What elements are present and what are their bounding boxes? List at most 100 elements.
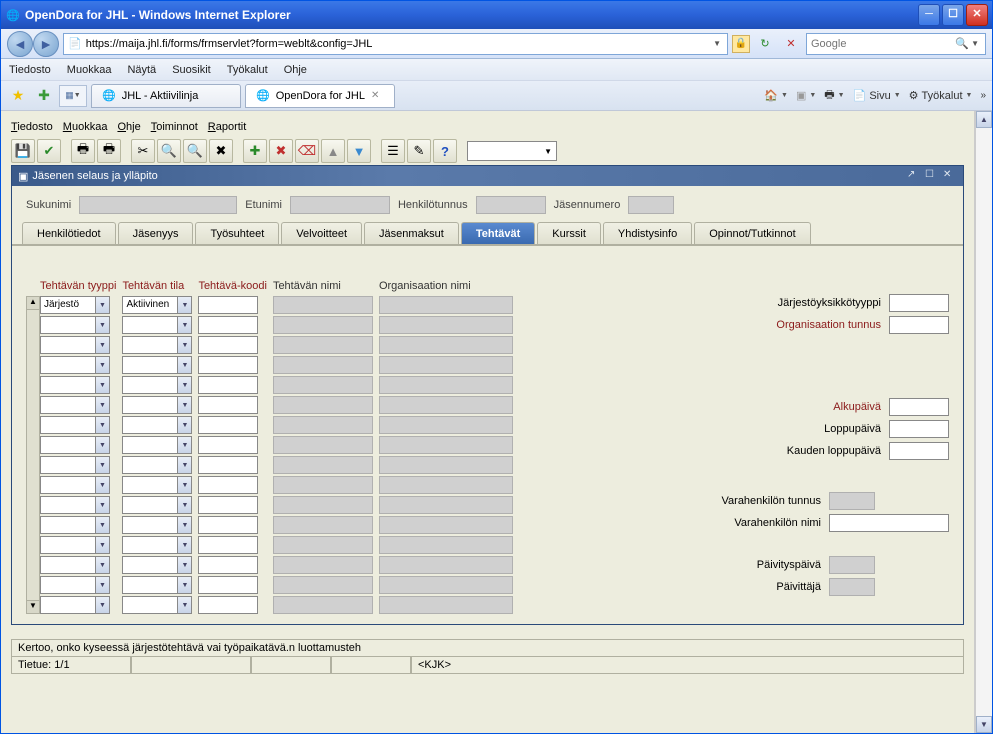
grid-cell-koodi[interactable] (198, 316, 258, 334)
dropdown-icon[interactable]: ▼ (177, 357, 191, 373)
cut-icon[interactable]: ✂ (131, 139, 155, 163)
grid-cell-tila[interactable]: ▼ (122, 576, 192, 594)
grid-cell-tyyppi[interactable]: ▼ (40, 576, 110, 594)
grid-cell-tila[interactable]: ▼ (122, 536, 192, 554)
favorites-star-icon[interactable]: ★ (7, 85, 29, 107)
ssl-lock-icon[interactable]: 🔒 (732, 35, 750, 53)
organisaation-tunnus-field[interactable] (889, 316, 949, 334)
close-button[interactable]: ✕ (966, 4, 988, 26)
toolbar-combo[interactable]: ▼ (467, 141, 557, 161)
dropdown-icon[interactable]: ▼ (95, 457, 109, 473)
menu-tiedosto[interactable]: Tiedosto (9, 64, 51, 76)
app-menu-raportit[interactable]: Raportit (208, 121, 247, 133)
add-favorite-icon[interactable]: ✚ (33, 85, 55, 107)
grid-cell-tila[interactable]: ▼ (122, 476, 192, 494)
edit-icon[interactable]: ✎ (407, 139, 431, 163)
dropdown-icon[interactable]: ▼ (95, 357, 109, 373)
grid-cell-tyyppi[interactable]: ▼ (40, 316, 110, 334)
feeds-button[interactable]: ▣▼ (796, 89, 816, 102)
page-menu[interactable]: 📄Sivu▼ (853, 89, 901, 102)
dropdown-icon[interactable]: ▼ (177, 397, 191, 413)
grid-cell-koodi[interactable] (198, 496, 258, 514)
dropdown-icon[interactable]: ▼ (95, 497, 109, 513)
grid-cell-koodi[interactable] (198, 536, 258, 554)
jasennumero-field[interactable] (628, 196, 674, 214)
dropdown-icon[interactable]: ▼ (177, 377, 191, 393)
app-menu-tiedosto[interactable]: Tiedosto (11, 121, 53, 133)
dropdown-icon[interactable]: ▼ (177, 457, 191, 473)
grid-cell-tila[interactable]: Aktiivinen▼ (122, 296, 192, 314)
grid-cell-koodi[interactable] (198, 456, 258, 474)
refresh-button[interactable]: ↻ (754, 33, 776, 55)
dropdown-icon[interactable]: ▼ (177, 597, 191, 613)
dropdown-icon[interactable]: ▼ (95, 297, 109, 313)
grid-cell-tila[interactable]: ▼ (122, 596, 192, 614)
tab-jasenmaksut[interactable]: Jäsenmaksut (364, 222, 459, 244)
quick-tabs-button[interactable]: ▦▼ (59, 85, 87, 107)
menu-muokkaa[interactable]: Muokkaa (67, 64, 112, 76)
inner-close-icon[interactable]: ✕ (943, 169, 957, 183)
varahenkilon-nimi-field[interactable] (829, 514, 949, 532)
grid-cell-tyyppi[interactable]: ▼ (40, 396, 110, 414)
grid-cell-koodi[interactable] (198, 356, 258, 374)
grid-cell-tyyppi[interactable]: ▼ (40, 416, 110, 434)
dropdown-icon[interactable]: ▼ (177, 317, 191, 333)
help-icon[interactable]: ? (433, 139, 457, 163)
grid-cell-koodi[interactable] (198, 436, 258, 454)
address-dropdown-icon[interactable]: ▼ (711, 39, 723, 48)
print-setup-icon[interactable]: 🖶 (97, 139, 121, 163)
dropdown-icon[interactable]: ▼ (95, 397, 109, 413)
grid-cell-koodi[interactable] (198, 476, 258, 494)
url-input[interactable] (86, 38, 707, 50)
dropdown-icon[interactable]: ▼ (177, 517, 191, 533)
henkilotunnus-field[interactable] (476, 196, 546, 214)
grid-cell-tila[interactable]: ▼ (122, 496, 192, 514)
insert-icon[interactable]: ✚ (243, 139, 267, 163)
stop-button[interactable]: ✕ (780, 33, 802, 55)
tab-tyosuhteet[interactable]: Työsuhteet (195, 222, 279, 244)
cancel-search-icon[interactable]: ✖ (209, 139, 233, 163)
search-input[interactable] (811, 38, 955, 50)
app-menu-muokkaa[interactable]: Muokkaa (63, 121, 108, 133)
tab-jasenyys[interactable]: Jäsenyys (118, 222, 194, 244)
dropdown-icon[interactable]: ▼ (95, 537, 109, 553)
etunimi-field[interactable] (290, 196, 390, 214)
menu-nayta[interactable]: Näytä (127, 64, 156, 76)
dropdown-icon[interactable]: ▼ (177, 557, 191, 573)
save-icon[interactable]: 💾 (11, 139, 35, 163)
dropdown-icon[interactable]: ▼ (95, 337, 109, 353)
app-menu-toiminnot[interactable]: Toiminnot (151, 121, 198, 133)
grid-cell-tyyppi[interactable]: ▼ (40, 436, 110, 454)
dropdown-icon[interactable]: ▼ (95, 317, 109, 333)
kauden-loppupaiva-field[interactable] (889, 442, 949, 460)
browser-tab-1[interactable]: 🌐 OpenDora for JHL ✕ (245, 84, 395, 108)
sukunimi-field[interactable] (79, 196, 237, 214)
grid-cell-tila[interactable]: ▼ (122, 376, 192, 394)
grid-cell-tila[interactable]: ▼ (122, 556, 192, 574)
print-icon[interactable]: 🖶 (71, 139, 95, 163)
grid-cell-tyyppi[interactable]: ▼ (40, 456, 110, 474)
dropdown-icon[interactable]: ▼ (95, 417, 109, 433)
dropdown-icon[interactable]: ▼ (177, 537, 191, 553)
grid-cell-tyyppi[interactable]: ▼ (40, 516, 110, 534)
tab-yhdistysinfo[interactable]: Yhdistysinfo (603, 222, 692, 244)
grid-cell-tila[interactable]: ▼ (122, 436, 192, 454)
next-icon[interactable]: ▼ (347, 139, 371, 163)
chevron-icon[interactable]: » (980, 90, 986, 101)
grid-cell-tila[interactable]: ▼ (122, 516, 192, 534)
delete-icon[interactable]: ✖ (269, 139, 293, 163)
grid-cell-tyyppi[interactable]: ▼ (40, 556, 110, 574)
dropdown-icon[interactable]: ▼ (95, 377, 109, 393)
grid-cell-tila[interactable]: ▼ (122, 336, 192, 354)
jarjestoyksikkotyyppi-field[interactable] (889, 294, 949, 312)
grid-cell-tyyppi[interactable]: ▼ (40, 596, 110, 614)
dropdown-icon[interactable]: ▼ (177, 477, 191, 493)
dropdown-icon[interactable]: ▼ (95, 597, 109, 613)
grid-cell-koodi[interactable] (198, 576, 258, 594)
grid-cell-tila[interactable]: ▼ (122, 396, 192, 414)
grid-cell-tyyppi[interactable]: ▼ (40, 536, 110, 554)
grid-cell-koodi[interactable] (198, 556, 258, 574)
loppupaiva-field[interactable] (889, 420, 949, 438)
grid-cell-tyyppi[interactable]: ▼ (40, 496, 110, 514)
app-menu-ohje[interactable]: Ohje (117, 121, 140, 133)
